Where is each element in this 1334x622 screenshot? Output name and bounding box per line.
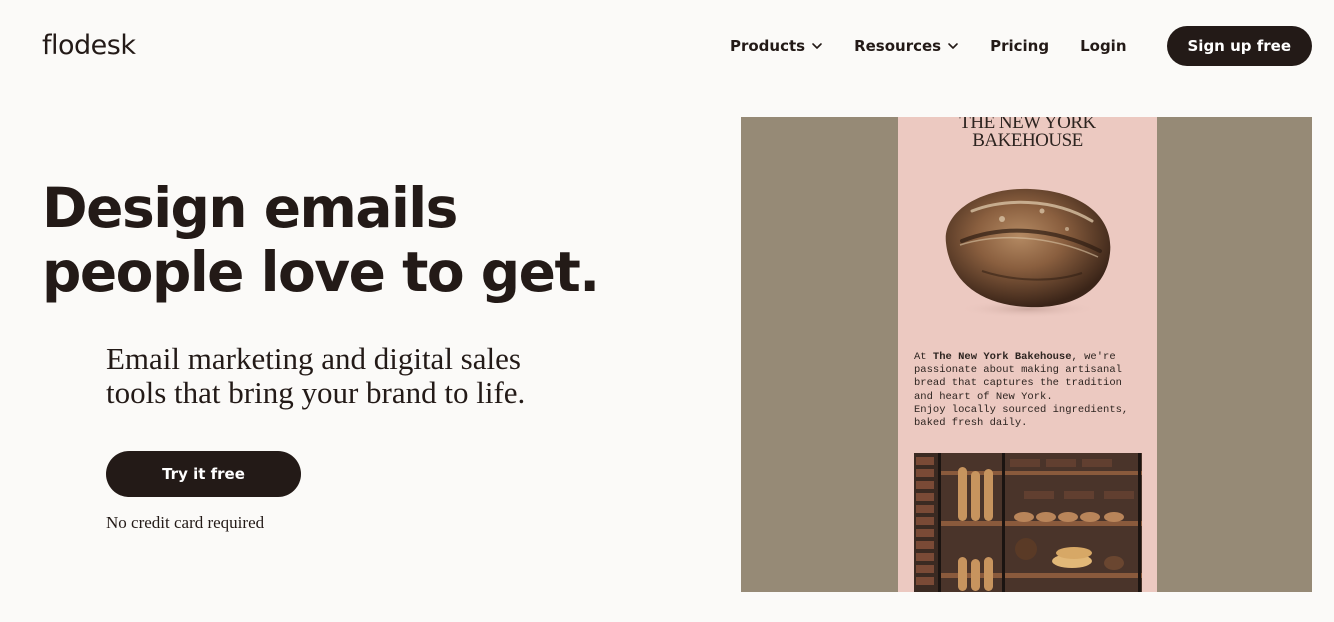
chevron-down-icon	[948, 43, 958, 49]
hero-subheading: Email marketing and digital sales tools …	[106, 342, 525, 410]
nav-login-label: Login	[1080, 37, 1127, 55]
nav-pricing-label: Pricing	[990, 37, 1050, 55]
sign-up-button[interactable]: Sign up free	[1166, 26, 1312, 66]
hero-subheading-line1: Email marketing and digital sales	[106, 341, 521, 376]
email-preview-panel: THE NEW YORK BAKEHOUSE At The New York B…	[741, 117, 1312, 592]
email-title-line2: BAKEHOUSE	[972, 130, 1083, 151]
nav-products[interactable]: Products	[730, 37, 823, 55]
nav-resources-label: Resources	[854, 37, 942, 55]
email-body-text: At The New York Bakehouse, we're passion…	[914, 351, 1128, 430]
hero-headline: Design emails people love to get.	[42, 176, 600, 304]
bakery-shelves-image	[914, 453, 1142, 592]
flodesk-logo[interactable]: flodesk	[42, 30, 136, 61]
top-nav: Products Resources Pricing Login Sign up…	[730, 26, 1312, 66]
hero-subheading-line2: tools that bring your brand to life.	[106, 375, 526, 410]
email-title: THE NEW YORK BAKEHOUSE	[898, 117, 1157, 150]
bread-loaf-image	[945, 188, 1111, 318]
email-body-prefix: At	[914, 351, 933, 363]
nav-login[interactable]: Login	[1080, 37, 1126, 55]
try-it-free-button[interactable]: Try it free	[106, 451, 301, 497]
hero-headline-line1: Design emails	[42, 176, 458, 240]
nav-products-label: Products	[729, 37, 806, 55]
no-credit-card-note: No credit card required	[106, 513, 265, 532]
hero-headline-line2: people love to get.	[42, 240, 600, 304]
nav-pricing[interactable]: Pricing	[990, 37, 1049, 55]
email-template: THE NEW YORK BAKEHOUSE At The New York B…	[898, 117, 1157, 592]
chevron-down-icon	[812, 43, 822, 49]
nav-resources[interactable]: Resources	[854, 37, 959, 55]
email-body-brand: The New York Bakehouse	[932, 351, 1072, 363]
